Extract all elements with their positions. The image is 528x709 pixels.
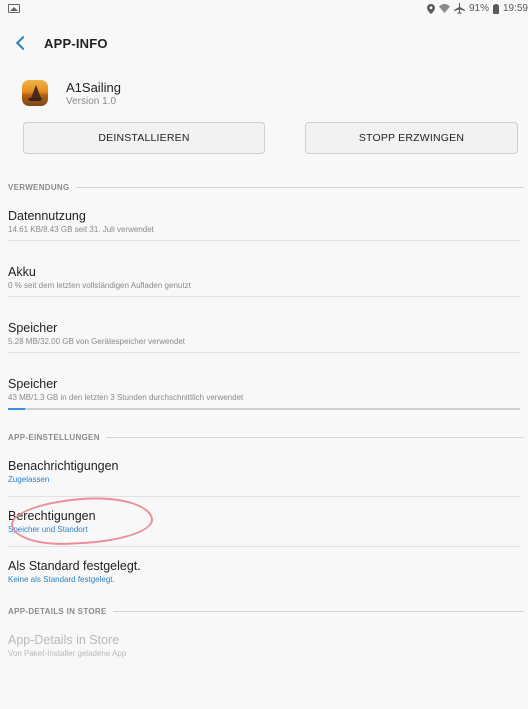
- app-bar: APP-INFO: [0, 28, 528, 62]
- item-title: Als Standard festgelegt.: [8, 559, 141, 573]
- item-subtitle: 5.28 MB/32.00 GB von Gerätespeicher verw…: [8, 337, 185, 346]
- battery-item[interactable]: Akku 0 % seit dem letzten vollständigen …: [8, 265, 520, 290]
- storage-item[interactable]: Speicher 5.28 MB/32.00 GB von Gerätespei…: [8, 321, 520, 346]
- force-stop-button[interactable]: STOPP ERZWINGEN: [305, 122, 518, 154]
- gallery-notification-icon: [8, 4, 20, 13]
- battery-percent: 91%: [468, 3, 489, 14]
- airplane-mode-icon: [453, 3, 465, 14]
- location-icon: [426, 3, 435, 14]
- item-title: Speicher: [8, 377, 58, 391]
- memory-usage-bar: [8, 408, 520, 410]
- item-subtitle: Speicher und Standort: [8, 525, 88, 534]
- permissions-item[interactable]: Berechtigungen Speicher und Standort: [8, 509, 520, 534]
- item-title: Speicher: [8, 321, 58, 335]
- section-header-app-settings: APP-EINSTELLUNGEN: [8, 431, 524, 443]
- item-subtitle: 0 % seit dem letzten vollständigen Aufla…: [8, 281, 191, 290]
- memory-item[interactable]: Speicher 43 MB/1.3 GB in den letzten 3 S…: [8, 377, 520, 402]
- status-indicators: 91% 19:59: [426, 3, 528, 14]
- store-details-item: App-Details in Store Von Paket-Installer…: [8, 633, 520, 658]
- wifi-icon: [438, 4, 450, 13]
- memory-usage-fill: [8, 408, 25, 410]
- app-header: A1Sailing Version 1.0: [22, 76, 502, 116]
- item-subtitle: Keine als Standard festgelegt.: [8, 575, 115, 584]
- item-title: App-Details in Store: [8, 633, 120, 647]
- item-subtitle: 43 MB/1.3 GB in den letzten 3 Stunden du…: [8, 393, 244, 402]
- notifications-item[interactable]: Benachrichtigungen Zugelassen: [8, 459, 520, 484]
- clock: 19:59: [502, 3, 528, 14]
- default-apps-item[interactable]: Als Standard festgelegt. Keine als Stand…: [8, 559, 520, 584]
- item-title: Benachrichtigungen: [8, 459, 119, 473]
- back-arrow-icon[interactable]: [15, 35, 31, 51]
- divider: [8, 352, 520, 353]
- item-title: Datennutzung: [8, 209, 86, 223]
- item-subtitle: Von Paket-Installer geladene App: [8, 649, 127, 658]
- app-name: A1Sailing: [66, 80, 121, 95]
- item-title: Akku: [8, 265, 36, 279]
- app-version: Version 1.0: [66, 96, 117, 107]
- item-title: Berechtigungen: [8, 509, 96, 523]
- item-subtitle: 14.61 KB/8.43 GB seit 31. Juli verwendet: [8, 225, 154, 234]
- section-header-store: APP-DETAILS IN STORE: [8, 605, 524, 617]
- divider: [8, 296, 520, 297]
- uninstall-button[interactable]: DEINSTALLIEREN: [23, 122, 265, 154]
- status-bar: 91% 19:59: [0, 0, 528, 20]
- sailboat-app-icon: [22, 80, 48, 106]
- section-header-usage: VERWENDUNG: [8, 181, 524, 193]
- divider: [8, 546, 520, 547]
- divider: [8, 240, 520, 241]
- item-subtitle: Zugelassen: [8, 475, 50, 484]
- battery-icon: [492, 3, 499, 14]
- data-usage-item[interactable]: Datennutzung 14.61 KB/8.43 GB seit 31. J…: [8, 209, 520, 234]
- page-title: APP-INFO: [44, 36, 108, 51]
- divider: [8, 496, 520, 497]
